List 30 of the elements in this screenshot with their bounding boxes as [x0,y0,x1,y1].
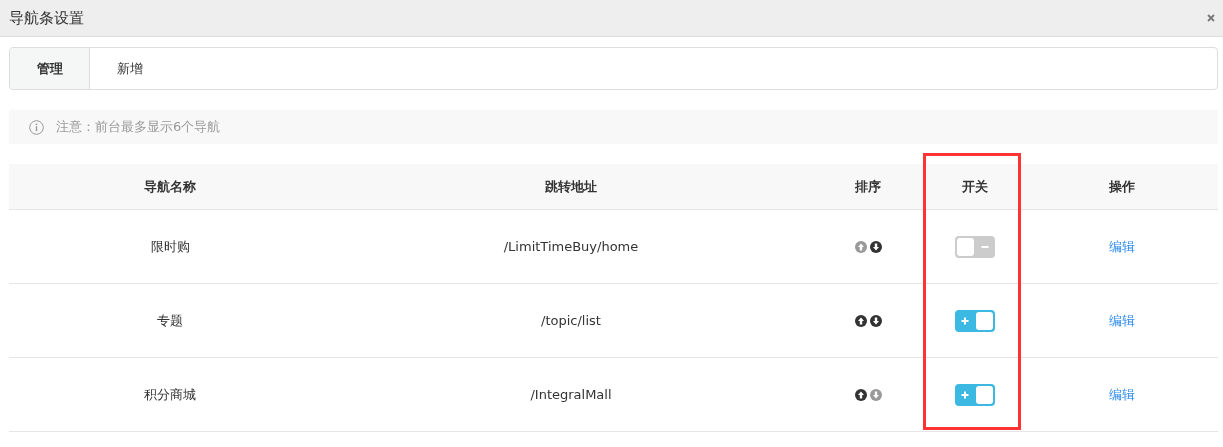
arrow-up-icon[interactable] [854,314,867,327]
arrow-up-icon[interactable] [854,388,867,401]
tab[interactable]: 管理 [10,48,90,89]
tab[interactable]: 新增 [90,48,169,89]
window-title: 导航条设置 [9,8,84,28]
edit-link[interactable]: 编辑 [1108,237,1135,256]
column-header: 跳转地址 [544,177,598,196]
table-cell-text: /LimitTimeBuy/home [502,238,640,256]
toggle-switch[interactable] [955,309,995,332]
edit-link[interactable]: 编辑 [1108,311,1135,330]
plus-icon [961,316,969,325]
arrow-down-icon[interactable] [869,240,882,253]
plus-icon [961,390,969,399]
minus-icon [981,245,989,248]
edit-link[interactable]: 编辑 [1108,385,1135,404]
arrow-down-icon[interactable] [869,314,882,327]
info-icon [29,119,44,135]
notice-text: 注意：前台最多显示6个导航 [56,118,221,136]
column-header: 导航名称 [143,177,197,196]
table-cell-text: 限时购 [149,237,191,256]
toggle-switch[interactable] [955,383,995,406]
toggle-switch[interactable] [955,235,995,258]
table-cell-text: 专题 [156,311,184,330]
close-icon[interactable] [1207,14,1215,22]
column-header: 开关 [961,177,989,196]
table-cell-text: /topic/list [540,312,602,330]
table-cell-text: /IntegralMall [529,386,613,404]
table-cell-text: 积分商城 [143,385,197,404]
column-header: 排序 [854,177,882,196]
column-header: 操作 [1107,177,1136,196]
